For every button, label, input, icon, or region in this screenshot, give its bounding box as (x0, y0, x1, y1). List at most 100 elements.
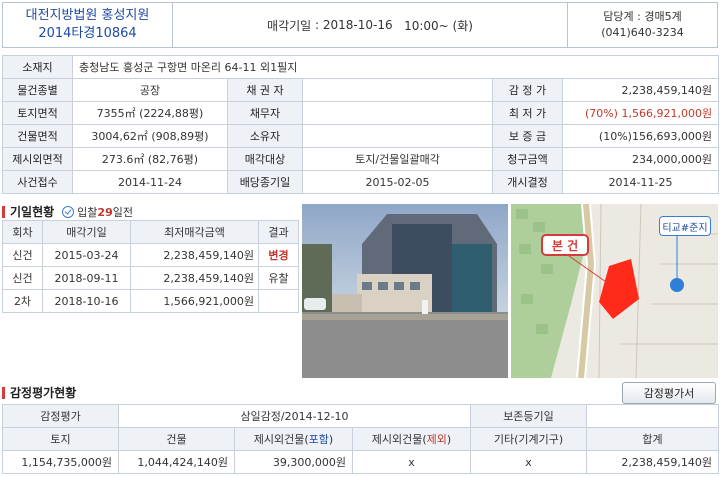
col-total: 합계 (586, 427, 719, 451)
preserve-value (586, 404, 719, 428)
appraisal-org-date: 삼일감정/2014-12-10 (118, 404, 471, 428)
clock-icon (62, 205, 75, 218)
table-row: 제시외면적 273.6㎡ (82,76평) 매각대상 토지/건물일괄매각 청구금… (2, 147, 720, 171)
col-round: 회차 (2, 220, 43, 244)
section-marker (2, 205, 5, 218)
court-name: 대전지방법원 홍성지원 (25, 8, 150, 23)
deposit-value: (10%)156,693,000원 (561, 124, 720, 148)
preserve-header: 보존등기일 (470, 404, 587, 428)
location-map[interactable]: 본 건 티교#준지 (511, 204, 718, 378)
col-excl-excl-post: ) (446, 433, 452, 446)
table-row: 신건 2018-09-11 2,238,459,140원 유찰 (2, 266, 299, 290)
col-result: 결과 (258, 220, 299, 244)
row-round: 신건 (2, 266, 43, 290)
appraisal-value: 2,238,459,140원 (561, 78, 720, 102)
col-excl-incl-pre: 제시외건물( (253, 433, 309, 446)
sale-time: 10:00~ (화) (404, 18, 473, 33)
sale-date-label: 매각기일 (267, 18, 312, 33)
excl-incl-value: 39,300,000원 (234, 450, 353, 474)
excl-area-value: 273.6㎡ (82,76평) (72, 147, 228, 171)
appraisal-header: 감정평가 (2, 404, 119, 428)
address-label: 소재지 (2, 55, 73, 79)
days-number: 29 (97, 205, 113, 219)
row-date: 2018-10-16 (42, 289, 131, 313)
claim-label: 청구금액 (492, 147, 563, 171)
start-value: 2014-11-25 (561, 170, 720, 194)
type-value: 공장 (72, 78, 228, 102)
table-row: 건물면적 3004,62㎡ (908,89평) 소유자 보 증 금 (10%)1… (2, 124, 720, 148)
department: 담당계 : 경매5계 (603, 10, 682, 23)
table-row: 감정평가 삼일감정/2014-12-10 보존등기일 (2, 404, 719, 428)
min-price-label: 최 저 가 (492, 101, 563, 125)
sale-date: 2018-10-16 (322, 18, 393, 32)
col-excl-incl-em: 포함 (308, 433, 329, 446)
dividend-value: 2015-02-05 (302, 170, 493, 194)
table-header-row: 토지 건물 제시외건물(포함) 제시외건물(제외) 기타(기계기구) 합계 (2, 427, 719, 451)
excl-area-label: 제시외면적 (2, 147, 73, 171)
building-value: 1,044,424,140원 (118, 450, 235, 474)
bldg-area-label: 건물면적 (2, 124, 73, 148)
col-excl-excl-em: 제외 (426, 433, 447, 446)
total-value: 2,238,459,140원 (586, 450, 719, 474)
table-row: 물건종별 공장 채 권 자 감 정 가 2,238,459,140원 (2, 78, 720, 102)
row-result: 유찰 (258, 266, 299, 290)
address-value: 충청남도 홍성군 구항면 마온리 64-11 외1필지 (71, 55, 720, 79)
deposit-label: 보 증 금 (492, 124, 563, 148)
col-excl-incl-post: ) (328, 433, 334, 446)
days-prefix: 입찰 (77, 205, 98, 219)
table-row: 2차 2018-10-16 1,566,921,000원 (2, 289, 299, 313)
debtor-label: 채무자 (227, 101, 303, 125)
auction-history-table: 회차 매각기일 최저매각금액 결과 신건 2015-03-24 2,238,45… (2, 220, 299, 313)
row-price: 1,566,921,000원 (130, 289, 259, 313)
court-block: 대전지방법원 홍성지원 2014타경10864 (3, 3, 173, 47)
property-photo[interactable] (302, 204, 508, 378)
appraisal-title: 감정평가현황 (10, 386, 77, 400)
col-excl-excl: 제시외건물(제외) (352, 427, 471, 451)
table-row: 사건접수 2014-11-24 배당종기일 2015-02-05 개시결정 20… (2, 170, 720, 194)
contact-block: 담당계 : 경매5계 (041)640-3234 (567, 3, 717, 47)
table-row: 소재지 충청남도 홍성군 구항면 마온리 64-11 외1필지 (2, 55, 720, 79)
days-suffix: 일전 (112, 205, 133, 219)
target-value: 토지/건물일괄매각 (302, 147, 493, 171)
col-building: 건물 (118, 427, 235, 451)
appraisal-section-title: 감정평가현황 (2, 384, 76, 401)
table-row: 토지면적 7355㎡ (2224,88평) 채무자 최 저 가 (70%) 1,… (2, 101, 720, 125)
min-price-value: (70%) 1,566,921,000원 (561, 101, 720, 125)
appraisal-report-button[interactable]: 감정평가서 (622, 382, 716, 404)
debtor-value (302, 101, 493, 125)
row-date: 2018-09-11 (42, 266, 131, 290)
col-other: 기타(기계기구) (470, 427, 587, 451)
creditor-value (302, 78, 493, 102)
table-row: 신건 2015-03-24 2,238,459,140원 변경 (2, 243, 299, 267)
section-marker (2, 386, 5, 399)
table-row: 1,154,735,000원 1,044,424,140원 39,300,000… (2, 450, 719, 474)
bldg-area-value: 3004,62㎡ (908,89평) (72, 124, 228, 148)
start-label: 개시결정 (492, 170, 563, 194)
row-date: 2015-03-24 (42, 243, 131, 267)
appraisal-label: 감 정 가 (492, 78, 563, 102)
sale-date-block: 매각기일 : 2018-10-16 10:00~ (화) (267, 18, 473, 33)
col-land: 토지 (2, 427, 119, 451)
table-header-row: 회차 매각기일 최저매각금액 결과 (2, 220, 299, 244)
type-label: 물건종별 (2, 78, 73, 102)
owner-label: 소유자 (227, 124, 303, 148)
filed-value: 2014-11-24 (72, 170, 228, 194)
col-price: 최저매각금액 (130, 220, 259, 244)
creditor-label: 채 권 자 (227, 78, 303, 102)
claim-value: 234,000,000원 (561, 147, 720, 171)
subject-property-label: 본 건 (541, 234, 589, 256)
case-number: 2014타경10864 (38, 26, 137, 41)
history-title: 기일현황 (10, 205, 55, 219)
row-result: 변경 (258, 243, 299, 267)
days-until-bid: 입찰29일전 (77, 204, 133, 220)
station-label: 티교#준지 (659, 216, 711, 236)
row-round: 신건 (2, 243, 43, 267)
target-label: 매각대상 (227, 147, 303, 171)
land-area-label: 토지면적 (2, 101, 73, 125)
col-excl-incl: 제시외건물(포함) (234, 427, 353, 451)
excl-excl-value: x (352, 450, 471, 474)
history-section-title: 기일현황 입찰29일전 (2, 203, 133, 220)
row-result (258, 289, 299, 313)
row-price: 2,238,459,140원 (130, 266, 259, 290)
land-area-value: 7355㎡ (2224,88평) (72, 101, 228, 125)
